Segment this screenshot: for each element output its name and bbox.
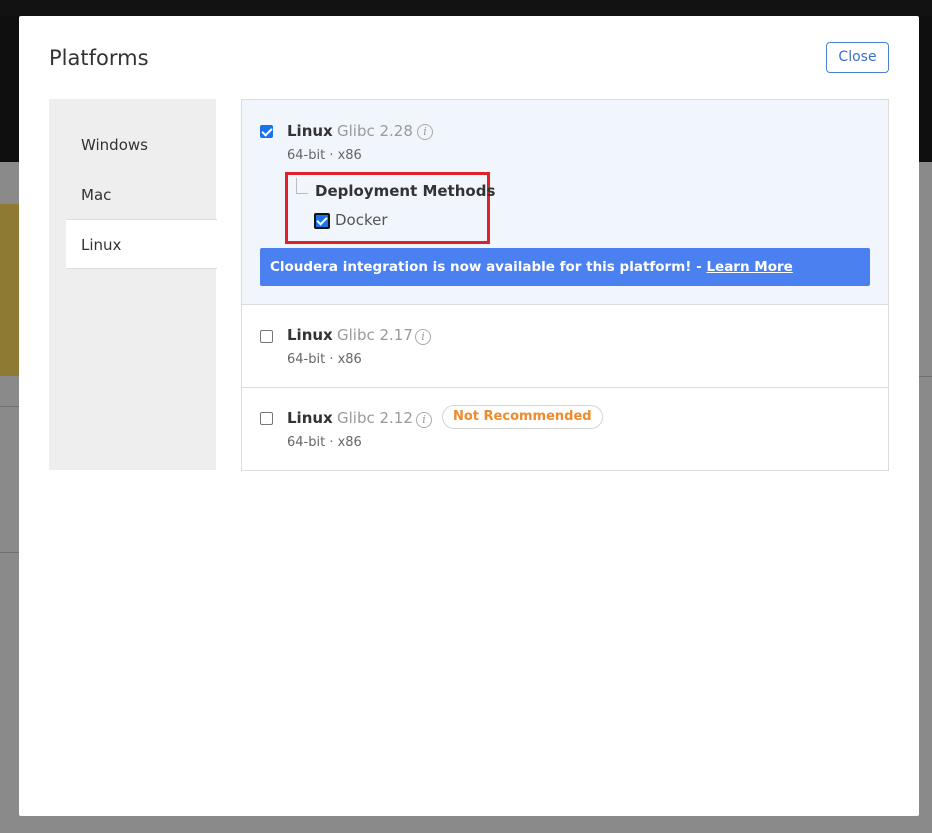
learn-more-link[interactable]: Learn More bbox=[706, 259, 792, 275]
platform-checkbox[interactable] bbox=[260, 412, 273, 425]
platform-arch: 64-bit · x86 bbox=[287, 148, 362, 163]
platform-arch: 64-bit · x86 bbox=[287, 435, 362, 450]
not-recommended-badge: Not Recommended bbox=[442, 405, 603, 429]
platform-name: Linux bbox=[287, 326, 333, 344]
docker-label: Docker bbox=[335, 211, 388, 229]
platform-checkbox[interactable] bbox=[260, 125, 273, 138]
background-banner bbox=[0, 204, 20, 376]
sidebar-item-windows[interactable]: Windows bbox=[49, 120, 216, 170]
banner-text: Cloudera integration is now available fo… bbox=[270, 259, 707, 275]
platform-row: Linux Glibc 2.12 i Not Recommended 64-bi… bbox=[242, 388, 888, 471]
platform-name: Linux bbox=[287, 409, 333, 427]
background-topbar bbox=[0, 0, 932, 16]
background-divider bbox=[0, 406, 19, 407]
platform-checkbox[interactable] bbox=[260, 330, 273, 343]
info-icon[interactable]: i bbox=[416, 412, 432, 428]
background-divider bbox=[919, 376, 932, 377]
sidebar-item-linux[interactable]: Linux bbox=[66, 219, 217, 269]
close-button[interactable]: Close bbox=[826, 42, 889, 73]
platforms-modal: Platforms Close Windows Mac Linux Linux … bbox=[19, 16, 919, 816]
background-divider bbox=[0, 552, 19, 553]
docker-checkbox[interactable] bbox=[314, 213, 330, 229]
platform-version: Glibc 2.12 bbox=[337, 409, 413, 427]
sidebar-item-mac[interactable]: Mac bbox=[49, 170, 216, 220]
tree-connector bbox=[296, 178, 308, 194]
platform-version: Glibc 2.28 bbox=[337, 122, 413, 140]
platform-name: Linux bbox=[287, 122, 333, 140]
integration-banner: Cloudera integration is now available fo… bbox=[260, 248, 870, 286]
deployment-methods-title: Deployment Methods bbox=[315, 182, 496, 200]
info-icon[interactable]: i bbox=[415, 329, 431, 345]
modal-title: Platforms bbox=[49, 46, 149, 70]
platform-row: Linux Glibc 2.17 i 64-bit · x86 bbox=[242, 305, 888, 388]
platform-arch: 64-bit · x86 bbox=[287, 352, 362, 367]
os-sidebar: Windows Mac Linux bbox=[49, 99, 217, 470]
info-icon[interactable]: i bbox=[417, 124, 433, 140]
platform-version: Glibc 2.17 bbox=[337, 326, 413, 344]
